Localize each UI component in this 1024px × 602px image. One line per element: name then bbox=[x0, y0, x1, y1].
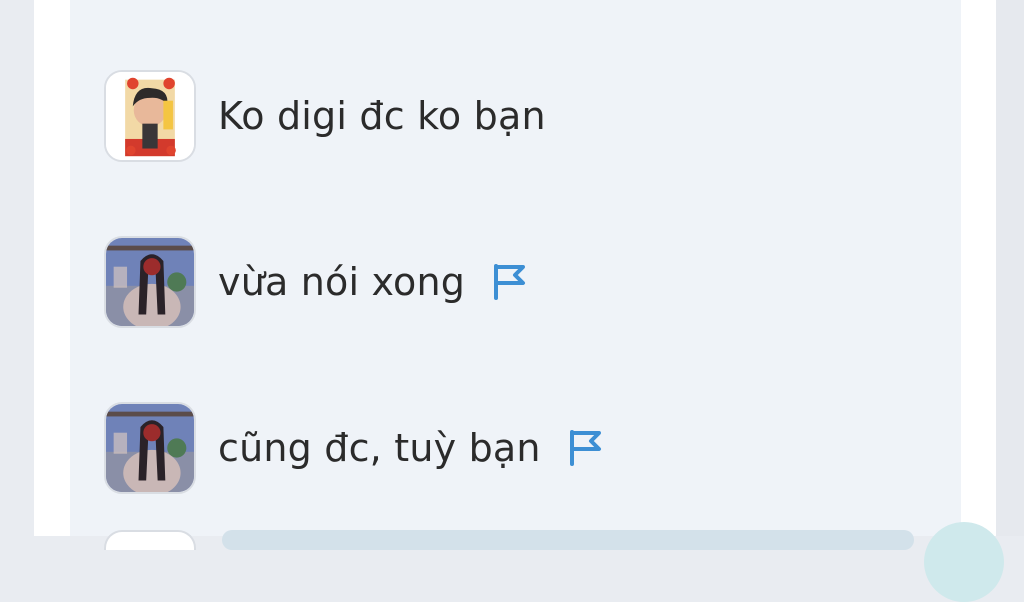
right-rail bbox=[996, 0, 1024, 536]
user-avatar-boy[interactable] bbox=[104, 70, 196, 162]
chat-message: cũng đc, tuỳ bạn bbox=[104, 400, 603, 496]
message-text: Ko digi đc ko bạn bbox=[218, 94, 546, 138]
chat-message: Ko digi đc ko bạn bbox=[104, 68, 546, 164]
user-avatar[interactable] bbox=[104, 530, 196, 550]
avatar-image bbox=[106, 72, 194, 160]
user-avatar-girl[interactable] bbox=[104, 236, 196, 328]
flag-icon[interactable] bbox=[491, 263, 527, 301]
message-text: cũng đc, tuỳ bạn bbox=[218, 426, 541, 470]
message-bubble bbox=[222, 530, 914, 550]
message-text: vừa nói xong bbox=[218, 260, 466, 304]
user-avatar-girl[interactable] bbox=[104, 402, 196, 494]
chat-message: vừa nói xong bbox=[104, 234, 527, 330]
avatar-image bbox=[106, 404, 194, 492]
flag-icon[interactable] bbox=[567, 429, 603, 467]
floating-action-button[interactable] bbox=[924, 522, 1004, 602]
avatar-image bbox=[106, 238, 194, 326]
